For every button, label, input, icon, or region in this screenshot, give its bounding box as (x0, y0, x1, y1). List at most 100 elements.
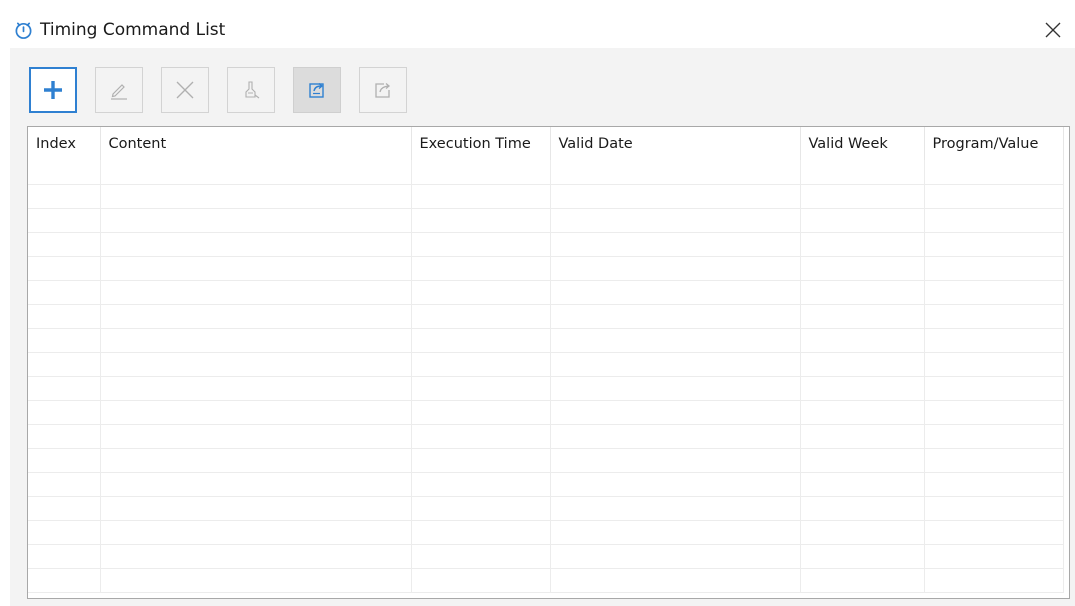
table-cell[interactable] (800, 160, 925, 185)
table-row[interactable] (28, 568, 1064, 593)
table-row[interactable] (28, 208, 1064, 233)
table-cell[interactable] (550, 448, 801, 473)
table-cell[interactable] (924, 448, 1064, 473)
table-cell[interactable] (411, 400, 551, 425)
column-header-execution-time[interactable]: Execution Time (411, 127, 551, 160)
table-cell[interactable] (800, 280, 925, 305)
table-cell[interactable] (800, 400, 925, 425)
table-row[interactable] (28, 160, 1064, 185)
table-cell[interactable] (924, 280, 1064, 305)
table-row[interactable] (28, 352, 1064, 377)
column-header-program-value[interactable]: Program/Value (924, 127, 1064, 160)
table-cell[interactable] (411, 160, 551, 185)
table-cell[interactable] (100, 328, 412, 353)
table-cell[interactable] (100, 424, 412, 449)
column-header-valid-week[interactable]: Valid Week (800, 127, 925, 160)
table-cell[interactable] (800, 520, 925, 545)
table-cell[interactable] (411, 448, 551, 473)
table-cell[interactable] (550, 424, 801, 449)
table-cell[interactable] (550, 544, 801, 569)
table-cell[interactable] (411, 472, 551, 497)
table-cell[interactable] (550, 256, 801, 281)
table-cell[interactable] (411, 280, 551, 305)
table-row[interactable] (28, 400, 1064, 425)
table-row[interactable] (28, 184, 1064, 209)
table-cell[interactable] (800, 232, 925, 257)
table-cell[interactable] (411, 424, 551, 449)
table-cell[interactable] (411, 232, 551, 257)
table-row[interactable] (28, 256, 1064, 281)
table-cell[interactable] (28, 328, 101, 353)
table-cell[interactable] (550, 232, 801, 257)
table-cell[interactable] (924, 424, 1064, 449)
add-button[interactable] (29, 67, 77, 113)
table-cell[interactable] (924, 400, 1064, 425)
table-cell[interactable] (924, 544, 1064, 569)
table-cell[interactable] (28, 496, 101, 521)
table-cell[interactable] (800, 184, 925, 209)
export-button[interactable] (359, 67, 407, 113)
table-row[interactable] (28, 232, 1064, 257)
table-cell[interactable] (924, 328, 1064, 353)
table-cell[interactable] (800, 376, 925, 401)
table-cell[interactable] (924, 208, 1064, 233)
table-cell[interactable] (100, 472, 412, 497)
table-cell[interactable] (100, 496, 412, 521)
table-cell[interactable] (28, 184, 101, 209)
delete-button[interactable] (161, 67, 209, 113)
table-cell[interactable] (100, 568, 412, 593)
table-cell[interactable] (550, 328, 801, 353)
table-cell[interactable] (800, 352, 925, 377)
table-cell[interactable] (411, 352, 551, 377)
table-cell[interactable] (800, 208, 925, 233)
table-cell[interactable] (800, 256, 925, 281)
table-cell[interactable] (550, 352, 801, 377)
table-cell[interactable] (924, 520, 1064, 545)
column-header-content[interactable]: Content (100, 127, 412, 160)
table-cell[interactable] (800, 304, 925, 329)
table-cell[interactable] (550, 400, 801, 425)
table-cell[interactable] (924, 160, 1064, 185)
table-row[interactable] (28, 280, 1064, 305)
table-cell[interactable] (924, 184, 1064, 209)
table-cell[interactable] (100, 376, 412, 401)
close-icon[interactable] (1040, 17, 1066, 43)
table-cell[interactable] (800, 472, 925, 497)
table-cell[interactable] (411, 256, 551, 281)
table-cell[interactable] (411, 544, 551, 569)
table-cell[interactable] (924, 568, 1064, 593)
table-cell[interactable] (28, 424, 101, 449)
table-cell[interactable] (100, 544, 412, 569)
table-cell[interactable] (100, 448, 412, 473)
table-cell[interactable] (411, 520, 551, 545)
table-cell[interactable] (28, 544, 101, 569)
import-button[interactable] (293, 67, 341, 113)
table-cell[interactable] (28, 352, 101, 377)
edit-button[interactable] (95, 67, 143, 113)
table-cell[interactable] (924, 352, 1064, 377)
table-cell[interactable] (800, 568, 925, 593)
table-cell[interactable] (411, 496, 551, 521)
table-cell[interactable] (924, 256, 1064, 281)
column-header-index[interactable]: Index (28, 127, 101, 160)
table-cell[interactable] (28, 232, 101, 257)
table-cell[interactable] (28, 160, 101, 185)
table-cell[interactable] (924, 232, 1064, 257)
table-row[interactable] (28, 472, 1064, 497)
table-cell[interactable] (924, 496, 1064, 521)
table-cell[interactable] (800, 328, 925, 353)
table-cell[interactable] (100, 184, 412, 209)
table-cell[interactable] (411, 208, 551, 233)
table-cell[interactable] (28, 520, 101, 545)
table-row[interactable] (28, 376, 1064, 401)
table-cell[interactable] (550, 160, 801, 185)
table-cell[interactable] (28, 568, 101, 593)
table-cell[interactable] (28, 376, 101, 401)
table-cell[interactable] (550, 280, 801, 305)
table-cell[interactable] (800, 496, 925, 521)
table-cell[interactable] (28, 208, 101, 233)
table-cell[interactable] (28, 280, 101, 305)
table-cell[interactable] (100, 280, 412, 305)
table-cell[interactable] (100, 208, 412, 233)
table-cell[interactable] (550, 208, 801, 233)
